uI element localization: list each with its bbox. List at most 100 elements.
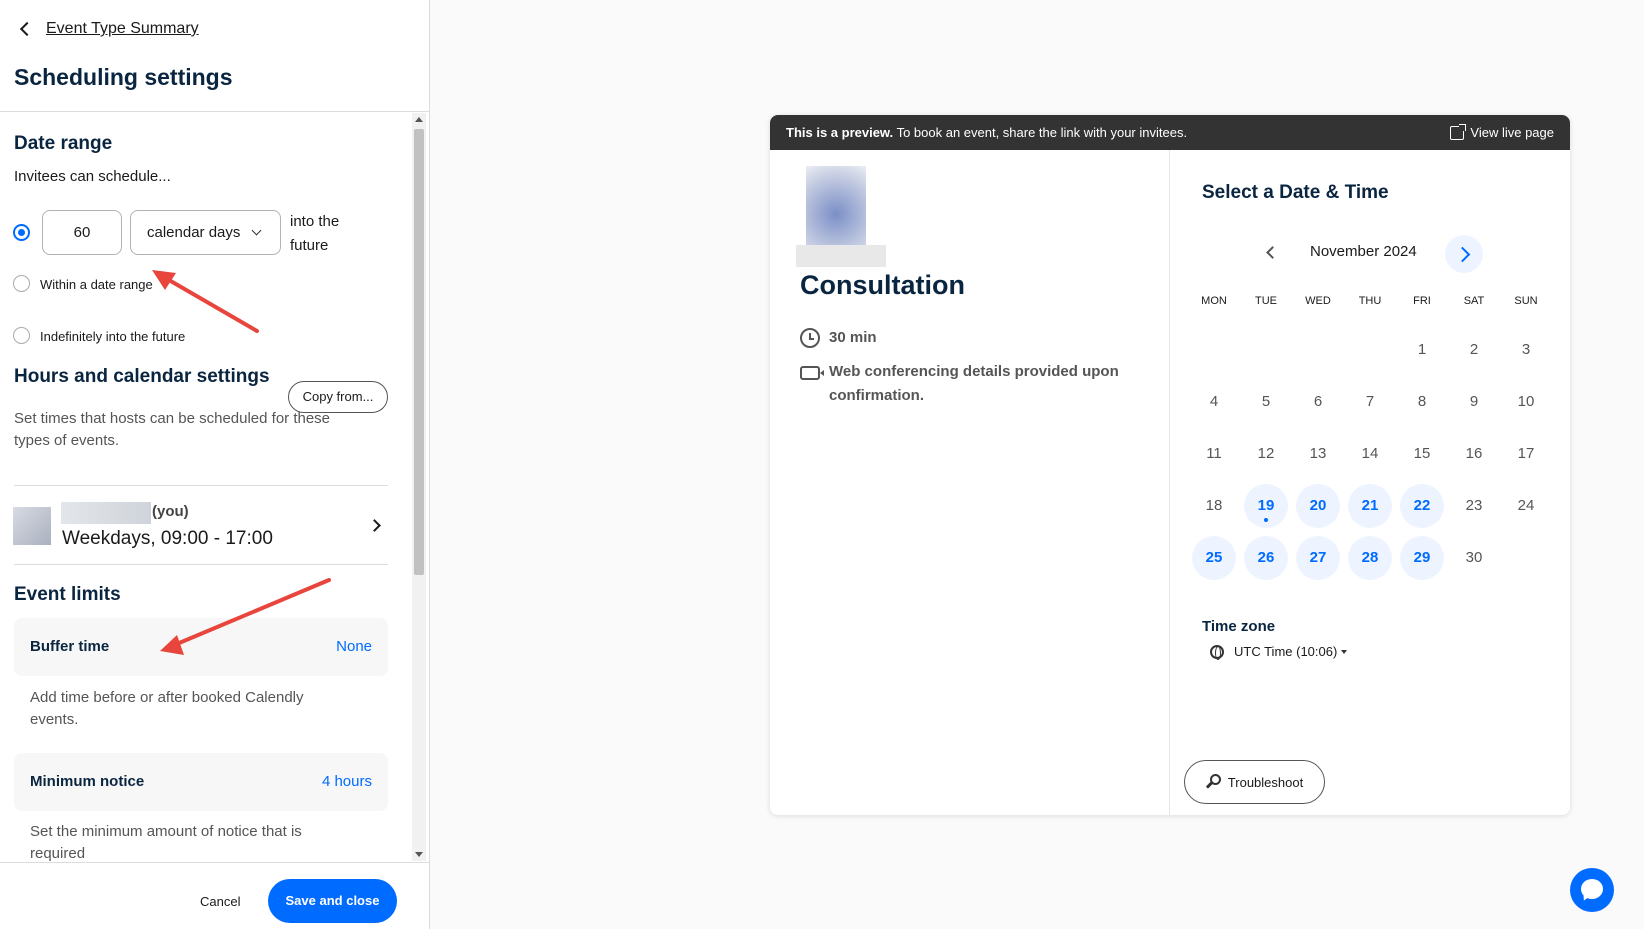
radio-rolling-days[interactable] [13,224,30,241]
indefinitely-label: Indefinitely into the future [40,329,186,344]
minimum-notice-card[interactable]: Minimum notice 4 hours [14,753,388,811]
conferencing-text: Web conferencing details provided upon c… [829,360,1119,408]
calendar-day-number: 12 [1257,445,1275,462]
hours-settings-title: Hours and calendar settings [14,366,270,387]
calendar-day-available[interactable]: 21 [1348,484,1392,528]
radio-indefinitely[interactable] [13,327,30,344]
save-and-close-button[interactable]: Save and close [268,879,397,923]
calendar-day: 8 [1400,380,1444,424]
calendar-day-number: 2 [1469,341,1479,358]
calendar-day: 10 [1504,380,1548,424]
into-future-line1: into the [290,213,340,230]
calendar-day-number: 6 [1313,393,1323,410]
previous-month-button[interactable] [1266,246,1279,259]
buffer-time-label: Buffer time [30,638,110,655]
calendar-day-available[interactable]: 20 [1296,484,1340,528]
day-unit-select[interactable]: calendar days [130,210,281,255]
divider [14,564,388,565]
timezone-selector[interactable]: UTC Time (10:06) [1210,644,1348,660]
notice-desc-line2: required [30,845,86,861]
days-count-input[interactable]: 60 [42,210,122,255]
cancel-button[interactable]: Cancel [200,894,240,909]
calendar-day-number: 20 [1309,497,1327,514]
next-month-button[interactable] [1445,235,1483,273]
month-label: November 2024 [1310,243,1417,260]
calendar-day-number: 9 [1469,393,1479,410]
event-title: Consultation [800,270,965,300]
buffer-desc-line1: Add time before or after booked Calendly [30,689,304,706]
calendar-day-available[interactable]: 22 [1400,484,1444,528]
calendar-day-number: 21 [1361,497,1379,514]
month-navigation: November 2024 [1170,233,1570,273]
scrollbar-thumb[interactable] [414,129,424,575]
event-details: Consultation 30 min Web conferencing det… [770,150,1170,815]
calendar-day-number: 8 [1417,393,1427,410]
event-limits-title: Event limits [14,584,121,605]
calendar-day: 1 [1400,328,1444,372]
preview-banner: This is a preview. To book an event, sha… [770,115,1570,150]
calendar-day: 3 [1504,328,1548,372]
host-name-redacted [796,245,886,267]
into-future-text: into the future [290,210,339,258]
host-name-redacted [61,502,151,524]
weekday-header: MON [1201,295,1227,307]
calendar-day-number: 10 [1517,393,1535,410]
calendar-day-number: 22 [1413,497,1431,514]
minimum-notice-value[interactable]: 4 hours [322,773,372,790]
radio-within-date-range[interactable] [13,275,30,292]
calendar-day-number: 14 [1361,445,1379,462]
calendar-day: 15 [1400,432,1444,476]
troubleshoot-button[interactable]: Troubleshoot [1184,760,1325,804]
buffer-time-card[interactable]: Buffer time None [14,618,388,676]
preview-banner-text: To book an event, share the link with yo… [893,125,1188,140]
scroll-up-arrow-icon[interactable] [415,117,423,122]
calendar-day-number: 29 [1413,549,1431,566]
calendar-day: 14 [1348,432,1392,476]
calendar-day-number: 17 [1517,445,1535,462]
calendar-day: 4 [1192,380,1236,424]
chevron-left-icon [19,21,35,37]
calendar-day-available[interactable]: 27 [1296,536,1340,580]
event-duration: 30 min [800,326,877,350]
event-location: Web conferencing details provided upon c… [800,360,1119,408]
weekday-header: WED [1305,295,1331,307]
calendar-day-available[interactable]: 25 [1192,536,1236,580]
calendar-day: 24 [1504,484,1548,528]
calendar-title: Select a Date & Time [1202,182,1389,203]
calendar-day: 9 [1452,380,1496,424]
hours-description-line1: Set times that hosts can be scheduled fo… [14,410,331,427]
settings-scroll-area[interactable]: Date range Invitees can schedule... 60 c… [0,113,429,861]
back-to-summary-link[interactable]: Event Type Summary [18,20,199,38]
scroll-down-arrow-icon[interactable] [415,852,423,857]
calendar-day: 11 [1192,432,1236,476]
calendar-day: 6 [1296,380,1340,424]
host-photo [806,166,866,246]
external-link-icon [1450,123,1467,140]
host-you-label: (you) [152,503,189,520]
calendar-day-number: 30 [1465,549,1483,566]
calendar-day-available[interactable]: 28 [1348,536,1392,580]
calendar-day: 30 [1452,536,1496,580]
minimum-notice-label: Minimum notice [30,773,145,790]
calendar-day-available[interactable]: 26 [1244,536,1288,580]
date-time-picker: Select a Date & Time November 2024 Time … [1170,150,1570,815]
calendar-day-number: 3 [1521,341,1531,358]
calendar-day-number: 7 [1365,393,1375,410]
calendar-day-available[interactable]: 19 [1244,484,1288,528]
calendar-day-number: 15 [1413,445,1431,462]
chevron-right-icon [368,519,381,532]
view-live-page-link[interactable]: View live page [1450,115,1554,150]
calendar-day: 2 [1452,328,1496,372]
video-camera-icon [800,366,824,380]
chat-support-button[interactable] [1570,868,1614,912]
weekday-header: SAT [1463,295,1485,307]
buffer-time-value[interactable]: None [336,638,372,655]
calendar-day: 23 [1452,484,1496,528]
calendar-day: 18 [1192,484,1236,528]
calendar-day-number: 27 [1309,549,1327,566]
within-date-range-label: Within a date range [40,277,153,292]
panel-footer: Cancel Save and close [0,862,429,929]
scrollbar[interactable] [412,113,426,861]
calendar-day-available[interactable]: 29 [1400,536,1444,580]
hours-description-line2: types of events. [14,432,120,449]
